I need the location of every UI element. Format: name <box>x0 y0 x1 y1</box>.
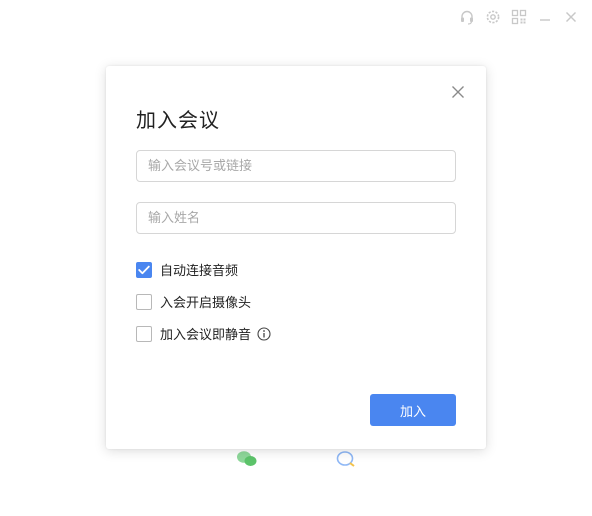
option-mute-on-join[interactable]: 加入会议即静音 <box>136 324 271 343</box>
mute-on-join-label: 加入会议即静音 <box>160 328 252 343</box>
chat-icon[interactable] <box>336 450 356 472</box>
close-icon[interactable] <box>558 7 584 27</box>
name-field <box>136 202 456 234</box>
name-input[interactable] <box>137 203 455 233</box>
auto-connect-audio-checkbox[interactable] <box>136 261 152 278</box>
check-icon <box>138 265 150 274</box>
minimize-icon[interactable] <box>532 7 558 27</box>
info-icon[interactable] <box>257 326 271 341</box>
meeting-id-field <box>136 150 456 182</box>
window-controls <box>454 7 584 27</box>
app-window: 加入会议 自动连接音频 入会开启摄像头 加入会议即静音 <box>0 0 592 516</box>
camera-on-join-checkbox[interactable] <box>136 293 152 310</box>
dialog-close-icon[interactable] <box>450 84 466 100</box>
headset-icon[interactable] <box>454 7 480 27</box>
join-meeting-dialog: 加入会议 自动连接音频 入会开启摄像头 加入会议即静音 <box>106 66 486 449</box>
meeting-id-input[interactable] <box>137 151 455 181</box>
wechat-icon[interactable] <box>236 450 258 472</box>
dialog-title: 加入会议 <box>136 108 220 132</box>
settings-icon[interactable] <box>480 7 506 27</box>
option-camera-on-join[interactable]: 入会开启摄像头 <box>136 292 251 311</box>
qr-code-icon[interactable] <box>506 7 532 27</box>
camera-on-join-label: 入会开启摄像头 <box>160 296 252 311</box>
option-auto-connect-audio[interactable]: 自动连接音频 <box>136 260 238 279</box>
join-button[interactable]: 加入 <box>370 394 456 426</box>
auto-connect-audio-label: 自动连接音频 <box>160 264 239 279</box>
mute-on-join-checkbox[interactable] <box>136 325 152 342</box>
